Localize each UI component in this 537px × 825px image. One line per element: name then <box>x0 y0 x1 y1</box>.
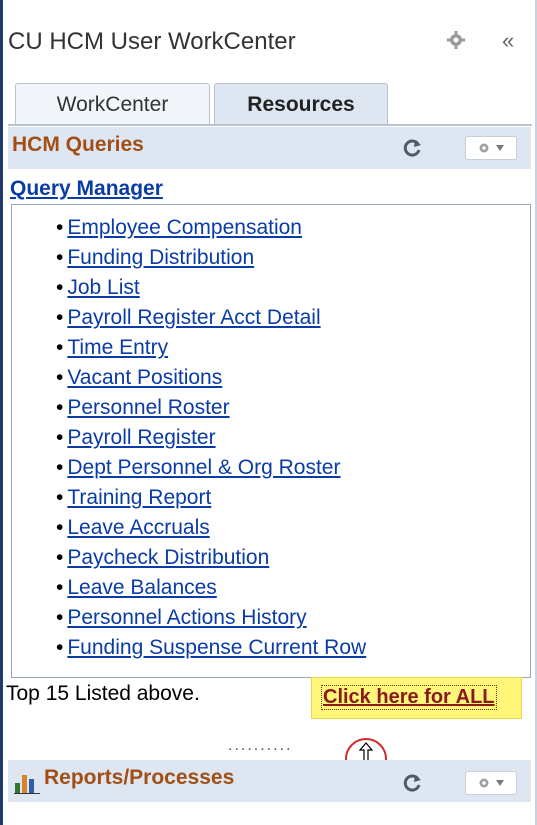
query-link[interactable]: Leave Balances <box>67 576 216 599</box>
list-item: • Personnel Roster <box>56 396 230 419</box>
hcm-queries-title: HCM Queries <box>12 133 144 156</box>
tab-workcenter[interactable]: WorkCenter <box>15 83 210 125</box>
query-link[interactable]: Paycheck Distribution <box>67 546 269 569</box>
query-link[interactable]: Dept Personnel & Org Roster <box>67 456 340 479</box>
query-list: • Employee Compensation • Funding Distribu… <box>12 205 530 663</box>
list-item: • Payroll Register <box>56 426 216 449</box>
list-item: • Funding Suspense Current Row <box>56 636 367 659</box>
click-here-for-all-highlight: Click here for ALL <box>311 677 522 719</box>
gear-dropdown-icon <box>479 778 504 788</box>
query-link[interactable]: Funding Distribution <box>67 246 254 269</box>
query-link[interactable]: Personnel Actions History <box>67 606 306 629</box>
bar-chart-icon <box>14 775 40 794</box>
hcm-queries-header: HCM Queries <box>8 127 531 169</box>
query-manager-link[interactable]: Query Manager <box>10 177 163 201</box>
query-link[interactable]: Payroll Register Acct Detail <box>67 306 320 329</box>
left-frame-border <box>0 0 3 825</box>
refresh-icon[interactable] <box>401 772 423 794</box>
query-link[interactable]: Leave Accruals <box>67 516 209 539</box>
list-item: • Time Entry <box>56 336 169 359</box>
workcenter-title: CU HCM User WorkCenter <box>8 28 296 55</box>
list-item: • Employee Compensation <box>56 216 302 239</box>
list-item: • Personnel Actions History <box>56 606 307 629</box>
list-item: • Vacant Positions <box>56 366 223 389</box>
query-link[interactable]: Payroll Register <box>67 426 215 449</box>
reports-processes-header: Reports/Processes <box>8 760 531 802</box>
tab-underline <box>8 124 532 126</box>
list-item: • Job List <box>56 276 140 299</box>
list-item: • Dept Personnel & Org Roster <box>56 456 341 479</box>
list-item: • Leave Balances <box>56 576 217 599</box>
list-item: • Payroll Register Acct Detail <box>56 306 321 329</box>
reports-processes-title: Reports/Processes <box>44 766 235 789</box>
query-link[interactable]: Vacant Positions <box>67 366 222 389</box>
gear-dropdown-icon <box>479 143 504 153</box>
click-here-for-all-link[interactable]: Click here for ALL <box>321 685 497 710</box>
list-item: • Training Report <box>56 486 212 509</box>
hcm-queries-options-button[interactable] <box>465 136 517 160</box>
top-15-note: Top 15 Listed above. <box>6 682 200 705</box>
gear-icon[interactable] <box>446 30 466 50</box>
tab-resources[interactable]: Resources <box>214 83 388 125</box>
list-item: • Funding Distribution <box>56 246 255 269</box>
query-link[interactable]: Job List <box>67 276 139 299</box>
collapse-icon[interactable]: « <box>502 28 514 54</box>
resize-grip-dots[interactable]: .......... <box>228 737 292 755</box>
query-link[interactable]: Training Report <box>67 486 211 509</box>
query-link[interactable]: Funding Suspense Current Row <box>67 636 366 659</box>
query-list-box: • Employee Compensation • Funding Distribu… <box>11 204 531 678</box>
query-link[interactable]: Personnel Roster <box>67 396 229 419</box>
query-link[interactable]: Employee Compensation <box>67 216 302 239</box>
reports-options-button[interactable] <box>465 771 517 795</box>
query-link[interactable]: Time Entry <box>67 336 168 359</box>
list-item: • Leave Accruals <box>56 516 210 539</box>
refresh-icon[interactable] <box>401 137 423 159</box>
list-item: • Paycheck Distribution <box>56 546 270 569</box>
